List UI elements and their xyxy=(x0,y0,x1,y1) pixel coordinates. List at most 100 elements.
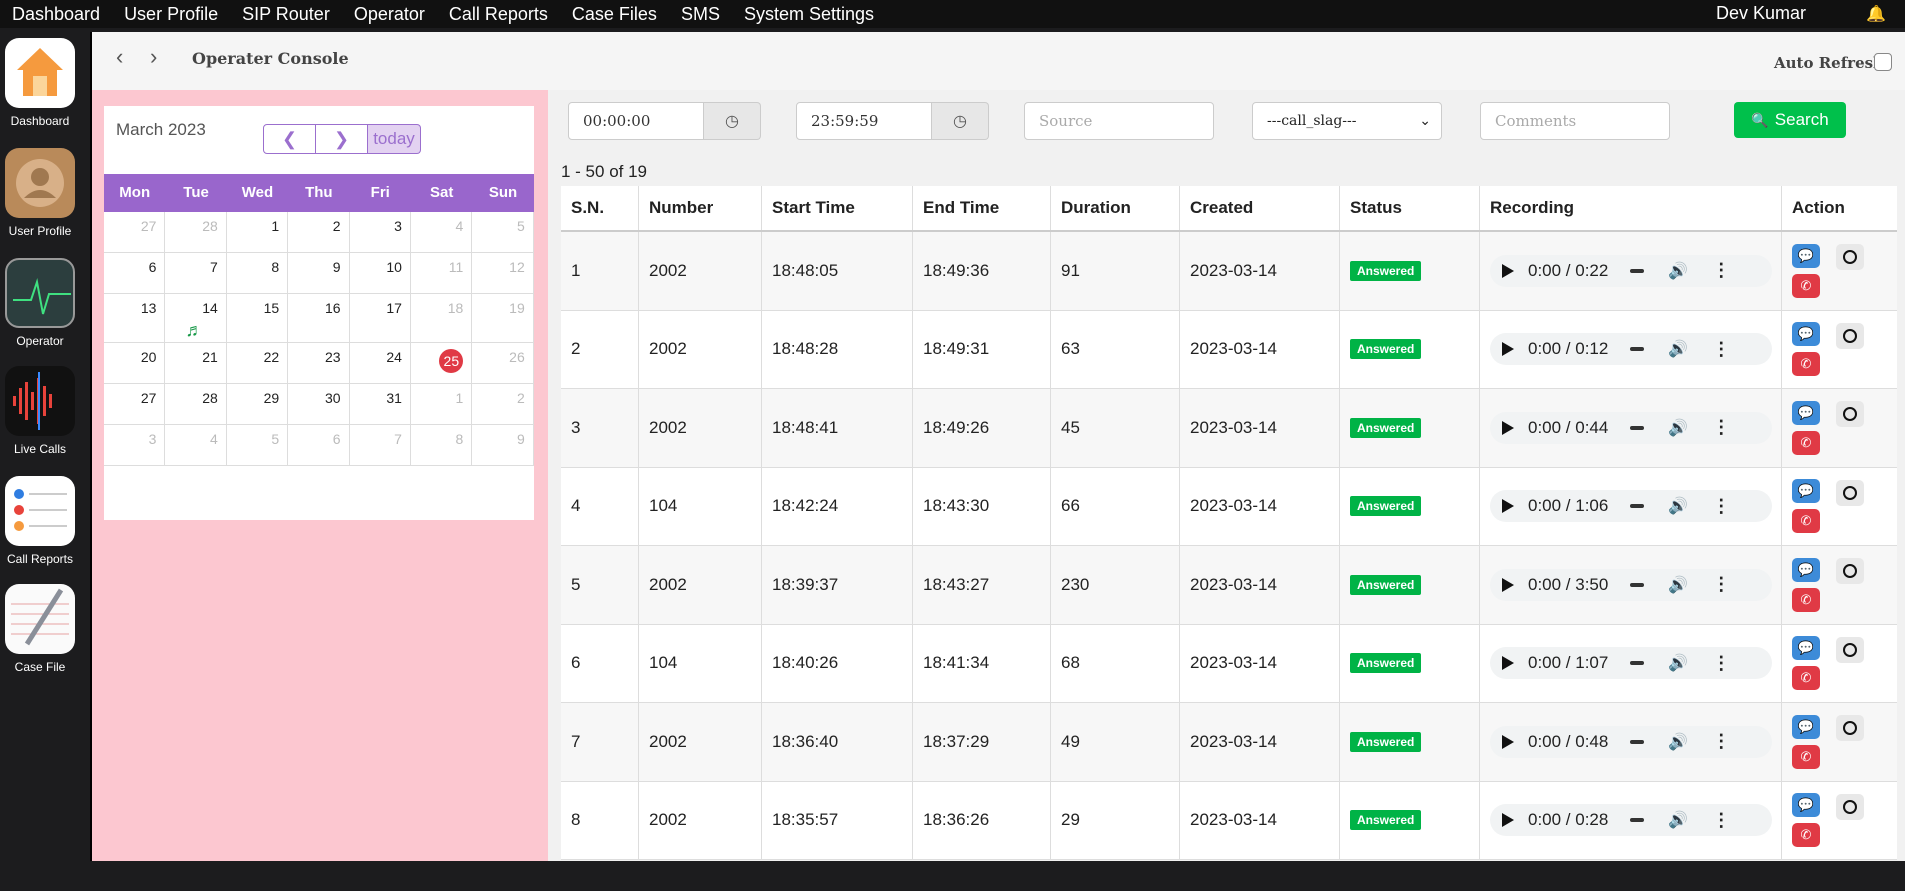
calendar-day[interactable]: 13 xyxy=(104,294,166,342)
volume-icon[interactable]: 🔊 xyxy=(1668,810,1688,830)
calendar-day[interactable]: 2 xyxy=(288,212,350,252)
nav-call-reports[interactable]: Call Reports xyxy=(449,4,548,25)
phone-icon[interactable]: ✆ xyxy=(1792,823,1820,848)
dock-item-live-calls[interactable]: Live Calls xyxy=(0,366,80,456)
calendar-day[interactable]: 8 xyxy=(227,253,289,293)
chat-icon[interactable]: 💬 xyxy=(1792,479,1820,504)
bell-icon[interactable]: 🔔 xyxy=(1866,4,1886,24)
comments-input[interactable]: Comments xyxy=(1480,102,1670,140)
phone-icon[interactable]: ✆ xyxy=(1792,744,1820,769)
play-icon[interactable] xyxy=(1502,263,1514,278)
progress-bar[interactable] xyxy=(1630,268,1645,273)
chat-icon[interactable]: 💬 xyxy=(1792,793,1820,818)
calendar-day[interactable]: 10 xyxy=(350,253,411,293)
record-toggle-button[interactable] xyxy=(1836,636,1864,663)
search-button[interactable]: 🔍 Search xyxy=(1734,102,1846,138)
nav-system-settings[interactable]: System Settings xyxy=(744,4,874,25)
dock-item-call-reports[interactable]: Call Reports xyxy=(0,476,80,566)
calendar-day[interactable]: 29 xyxy=(227,384,289,424)
more-options-icon[interactable]: ⋮ xyxy=(1712,496,1730,517)
volume-icon[interactable]: 🔊 xyxy=(1668,653,1688,673)
calendar-day[interactable]: 19 xyxy=(472,294,534,342)
nav-dashboard[interactable]: Dashboard xyxy=(12,4,100,25)
phone-icon[interactable]: ✆ xyxy=(1792,509,1820,534)
chat-icon[interactable]: 💬 xyxy=(1792,636,1820,661)
dock-item-operator[interactable]: Operator xyxy=(0,258,80,348)
calendar-day[interactable]: 2 xyxy=(472,384,534,424)
progress-bar[interactable] xyxy=(1630,347,1645,352)
volume-icon[interactable]: 🔊 xyxy=(1668,261,1688,281)
progress-bar[interactable] xyxy=(1630,582,1645,587)
play-icon[interactable] xyxy=(1502,813,1514,828)
calendar-day[interactable]: 7 xyxy=(350,425,411,465)
start-time-input[interactable]: 00:00:00 xyxy=(568,102,704,140)
audio-player[interactable]: 0:00 / 3:50 🔊 ⋮ xyxy=(1490,568,1772,601)
clock-icon[interactable]: ◷ xyxy=(932,102,989,140)
dock-item-user-profile[interactable]: User Profile xyxy=(0,148,80,238)
chat-icon[interactable]: 💬 xyxy=(1792,400,1820,425)
calendar-day[interactable]: 8 xyxy=(411,425,473,465)
record-toggle-button[interactable] xyxy=(1836,244,1864,270)
progress-bar[interactable] xyxy=(1630,661,1645,666)
nav-sms[interactable]: SMS xyxy=(681,4,720,25)
calendar-next-button[interactable]: ❯ xyxy=(316,124,368,154)
more-options-icon[interactable]: ⋮ xyxy=(1712,810,1730,831)
record-toggle-button[interactable] xyxy=(1836,401,1864,427)
phone-icon[interactable]: ✆ xyxy=(1792,587,1820,612)
record-toggle-button[interactable] xyxy=(1836,715,1864,741)
record-toggle-button[interactable] xyxy=(1836,793,1864,820)
calendar-day[interactable]: 4 xyxy=(165,425,227,465)
audio-player[interactable]: 0:00 / 0:22 🔊 ⋮ xyxy=(1490,254,1772,287)
phone-icon[interactable]: ✆ xyxy=(1792,430,1820,455)
calendar-day[interactable]: 9 xyxy=(288,253,350,293)
progress-bar[interactable] xyxy=(1630,739,1645,744)
music-note-icon[interactable]: ♬ xyxy=(185,320,203,341)
dock-item-case-file[interactable]: Case File xyxy=(0,584,80,674)
chat-icon[interactable]: 💬 xyxy=(1792,714,1820,739)
play-icon[interactable] xyxy=(1502,656,1514,671)
calendar-day[interactable]: 27 xyxy=(104,212,166,252)
nav-sip-router[interactable]: SIP Router xyxy=(242,4,330,25)
play-icon[interactable] xyxy=(1502,577,1514,592)
more-options-icon[interactable]: ⋮ xyxy=(1712,653,1730,674)
phone-icon[interactable]: ✆ xyxy=(1792,666,1820,691)
calendar-day[interactable]: 4 xyxy=(411,212,473,252)
call-slag-select[interactable]: ---call_slag--- ⌄ xyxy=(1252,102,1442,140)
chat-icon[interactable]: 💬 xyxy=(1792,557,1820,582)
calendar-day[interactable]: 6 xyxy=(104,253,166,293)
back-arrow-icon[interactable]: ‹ xyxy=(116,44,123,70)
progress-bar[interactable] xyxy=(1630,504,1645,509)
record-toggle-button[interactable] xyxy=(1836,479,1864,506)
calendar-day[interactable]: 17 xyxy=(350,294,411,342)
phone-icon[interactable]: ✆ xyxy=(1792,273,1820,298)
audio-player[interactable]: 0:00 / 0:28 🔊 ⋮ xyxy=(1490,804,1772,837)
calendar-day[interactable]: 3 xyxy=(104,425,166,465)
chat-icon[interactable]: 💬 xyxy=(1792,243,1820,268)
calendar-day[interactable]: 16 xyxy=(288,294,350,342)
calendar-prev-button[interactable]: ❮ xyxy=(263,124,316,154)
calendar-day[interactable]: 11 xyxy=(411,253,473,293)
nav-case-files[interactable]: Case Files xyxy=(572,4,657,25)
audio-player[interactable]: 0:00 / 0:48 🔊 ⋮ xyxy=(1490,725,1772,758)
calendar-day[interactable]: 9 xyxy=(472,425,534,465)
calendar-day[interactable]: 31 xyxy=(350,384,411,424)
calendar-day[interactable]: 21 xyxy=(165,343,227,383)
volume-icon[interactable]: 🔊 xyxy=(1668,575,1688,595)
record-toggle-button[interactable] xyxy=(1836,322,1864,349)
play-icon[interactable] xyxy=(1502,499,1514,514)
calendar-day[interactable]: 12 xyxy=(472,253,534,293)
play-icon[interactable] xyxy=(1502,420,1514,435)
calendar-day[interactable]: 20 xyxy=(104,343,166,383)
calendar-day[interactable]: 27 xyxy=(104,384,166,424)
calendar-day[interactable]: 22 xyxy=(227,343,289,383)
more-options-icon[interactable]: ⋮ xyxy=(1712,260,1730,281)
more-options-icon[interactable]: ⋮ xyxy=(1712,731,1730,752)
clock-icon[interactable]: ◷ xyxy=(704,102,761,140)
calendar-day[interactable]: 5 xyxy=(227,425,289,465)
calendar-day[interactable]: 6 xyxy=(288,425,350,465)
volume-icon[interactable]: 🔊 xyxy=(1668,339,1688,359)
calendar-day[interactable]: 18 xyxy=(411,294,473,342)
dock-item-dashboard[interactable]: Dashboard xyxy=(0,38,80,128)
phone-icon[interactable]: ✆ xyxy=(1792,352,1820,377)
play-icon[interactable] xyxy=(1502,342,1514,357)
